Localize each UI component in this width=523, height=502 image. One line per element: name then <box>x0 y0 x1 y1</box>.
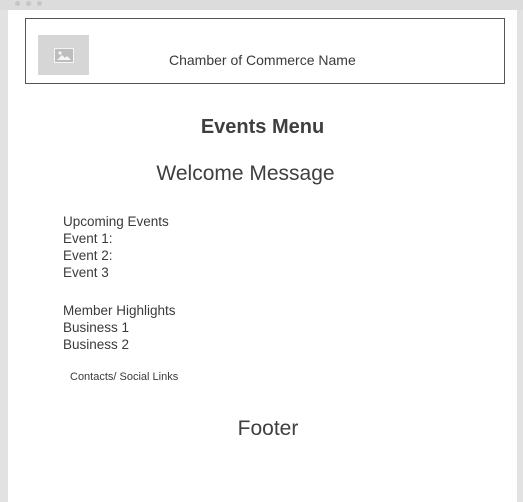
site-header: Chamber of Commerce Name <box>25 18 505 84</box>
business-item-2[interactable]: Business 2 <box>63 336 176 353</box>
window-titlebar <box>0 0 523 10</box>
page-title: Events Menu <box>200 116 325 138</box>
event-item-2[interactable]: Event 2: <box>63 247 169 264</box>
member-highlights-section: Member Highlights Business 1 Business 2 <box>63 302 176 353</box>
page-content: Chamber of Commerce Name Events Menu Wel… <box>8 10 517 502</box>
member-highlights-title: Member Highlights <box>63 303 176 318</box>
logo-placeholder <box>38 35 89 75</box>
page-footer: Footer <box>237 417 299 440</box>
window-dot-icon <box>15 1 20 6</box>
event-item-1[interactable]: Event 1: <box>63 230 169 247</box>
window-dot-icon <box>26 1 31 6</box>
welcome-message: Welcome Message <box>156 162 335 185</box>
upcoming-events-section: Upcoming Events Event 1: Event 2: Event … <box>63 213 169 281</box>
business-item-1[interactable]: Business 1 <box>63 319 176 336</box>
contacts-social-links[interactable]: Contacts/ Social Links <box>70 371 178 383</box>
upcoming-events-title: Upcoming Events <box>63 214 169 229</box>
window-dot-icon <box>37 1 42 6</box>
event-item-3[interactable]: Event 3 <box>63 264 169 281</box>
image-placeholder-icon <box>53 47 74 63</box>
site-title: Chamber of Commerce Name <box>169 52 356 68</box>
browser-window: Chamber of Commerce Name Events Menu Wel… <box>0 0 523 502</box>
